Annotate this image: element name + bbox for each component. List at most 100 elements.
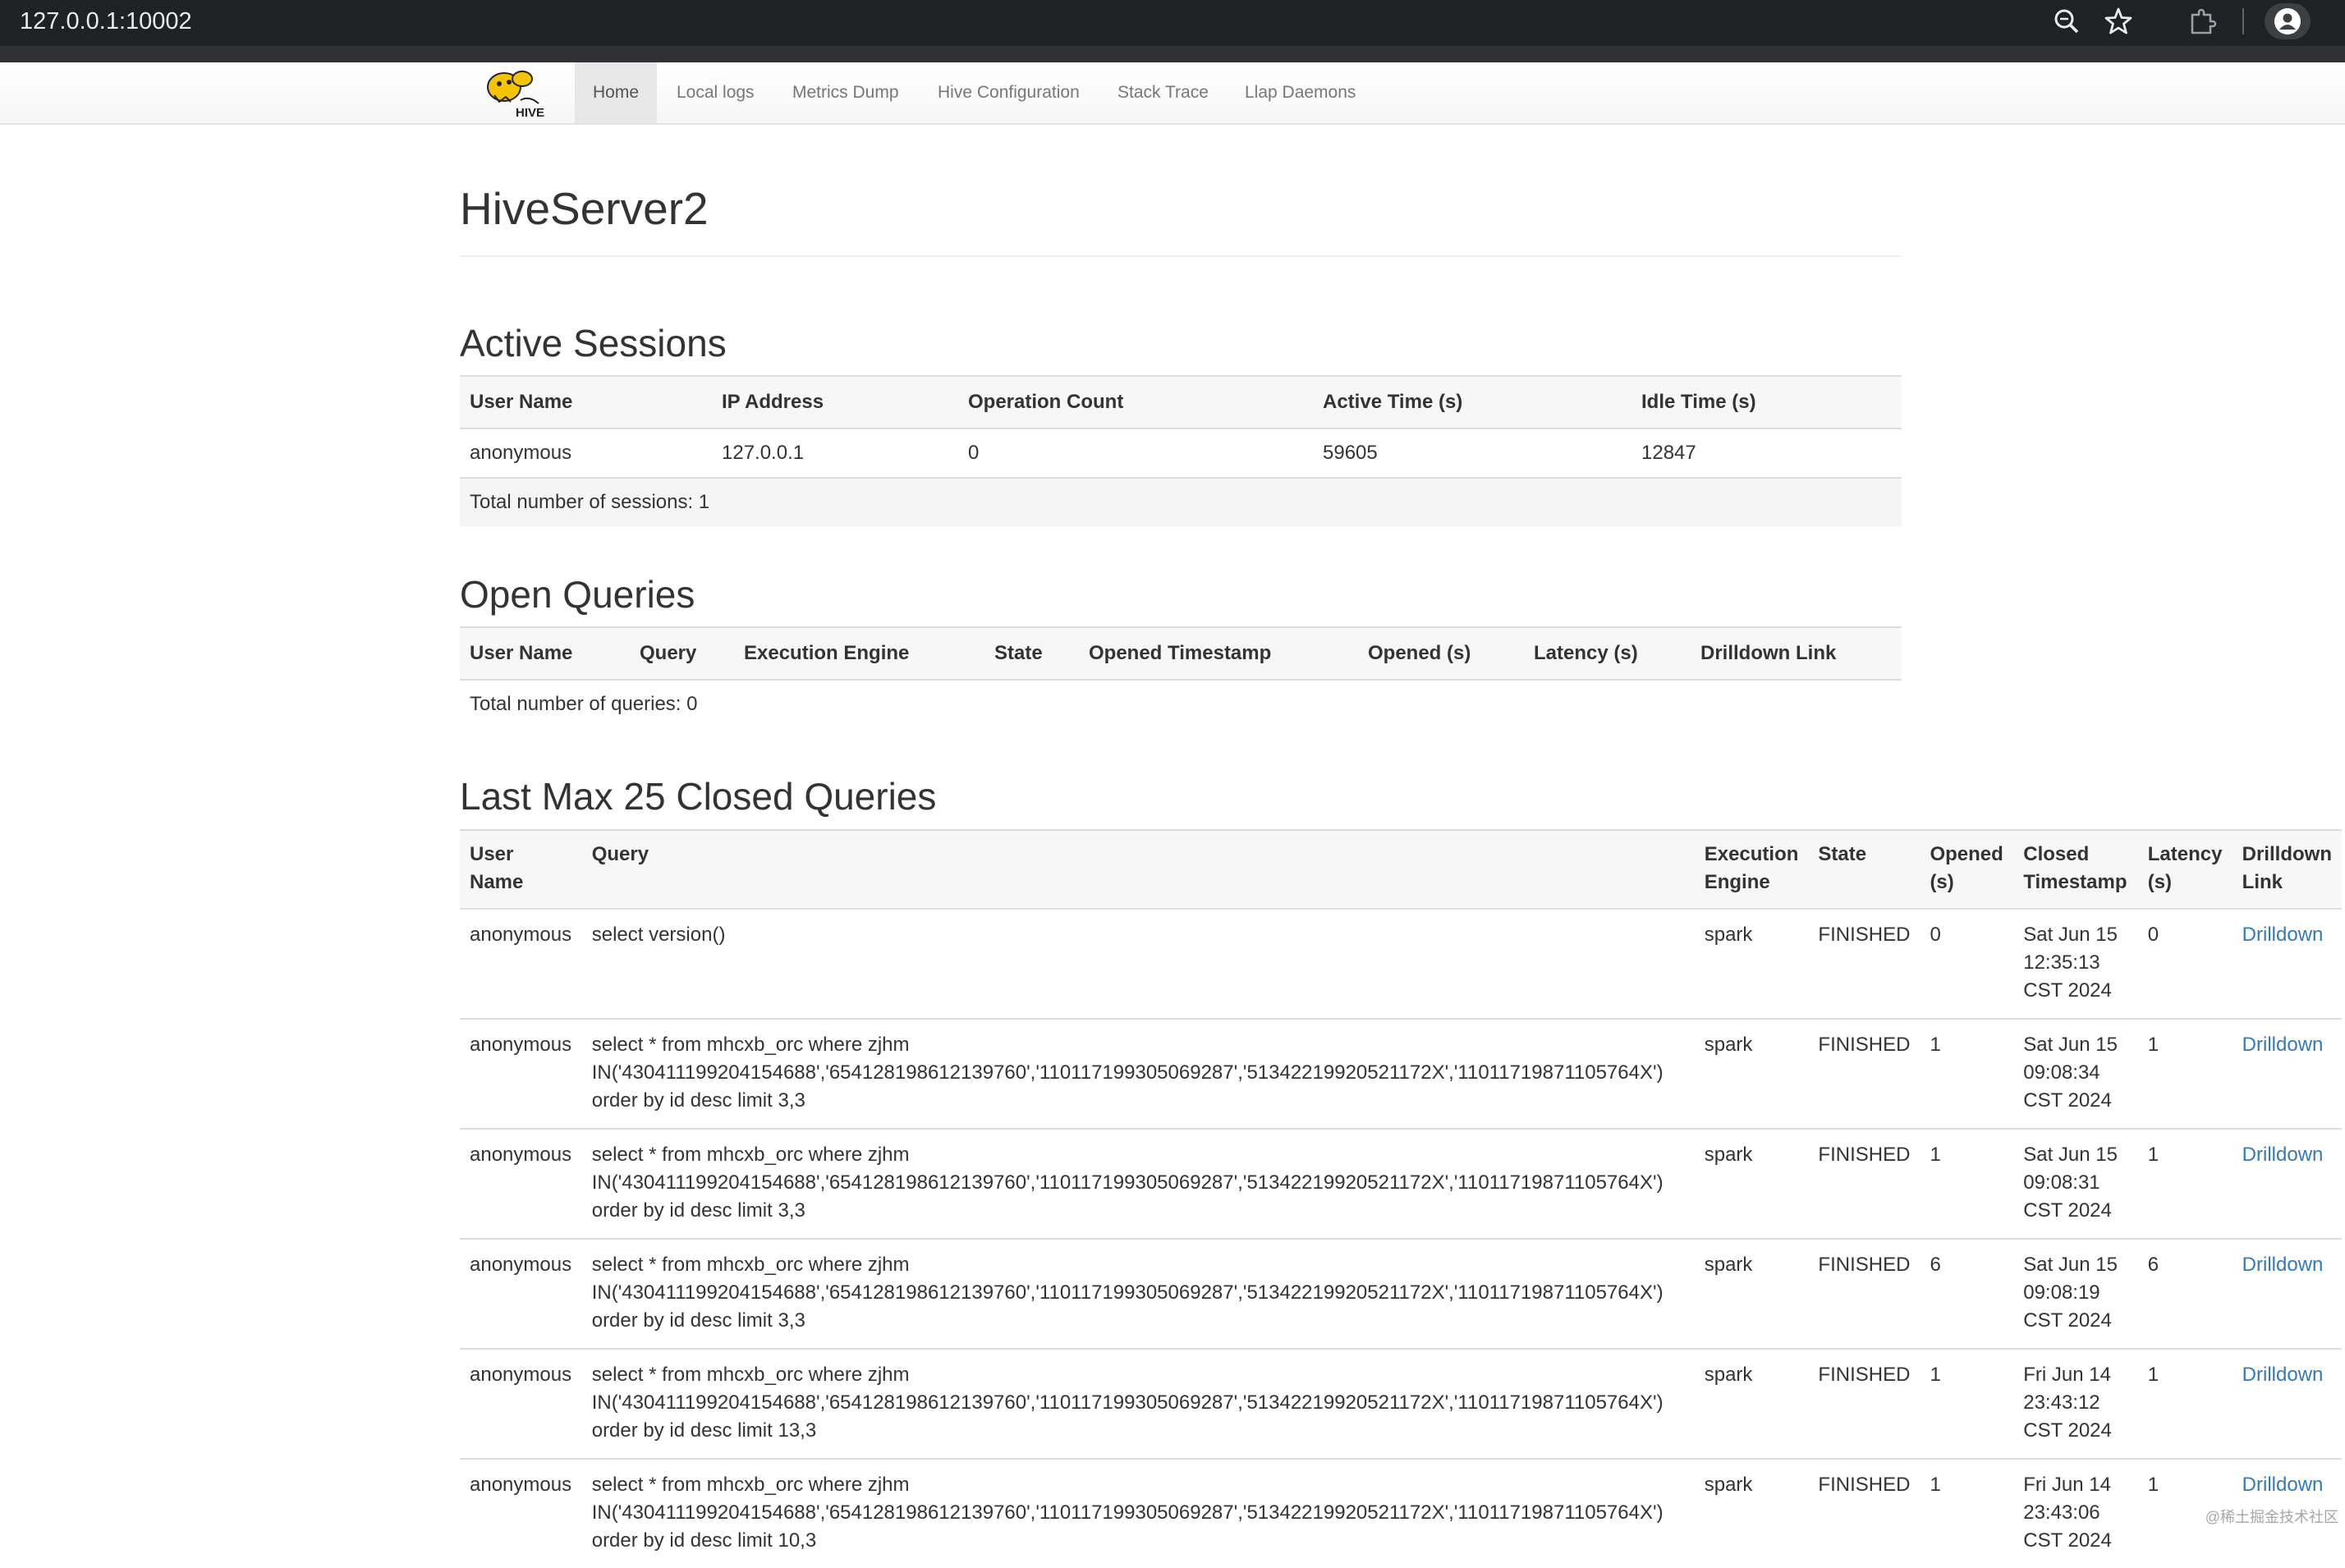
drilldown-link[interactable]: Drilldown: [2242, 1254, 2324, 1276]
open-queries-heading: Open Queries: [460, 573, 695, 616]
query-user: anonymous: [460, 1348, 582, 1459]
table-row: anonymous select version() spark FINISHED 0 S…: [460, 908, 2342, 1019]
navbar: HIVE Home Local logs Metrics Dump Hive C…: [0, 62, 2345, 125]
query-engine: spark: [1694, 1018, 1809, 1129]
query-closed-timestamp: Sat Jun 15 12:35:13 CST 2024: [2013, 908, 2138, 1019]
column-header: Execution Engine: [734, 626, 984, 680]
drilldown-cell: Drilldown: [2232, 1238, 2342, 1349]
table-footer-row: Total number of queries: 0: [460, 679, 1902, 728]
address-bar[interactable]: 127.0.0.1:10002: [20, 7, 192, 36]
column-header: User Name: [460, 626, 630, 680]
query-text: select version(): [581, 908, 1695, 1019]
query-engine: spark: [1694, 1128, 1809, 1239]
query-opened: 6: [1920, 1238, 2014, 1349]
query-engine: spark: [1694, 908, 1809, 1019]
closed-queries-heading: Last Max 25 Closed Queries: [460, 775, 937, 818]
nav-hive-configuration[interactable]: Hive Configuration: [920, 62, 1098, 123]
nav-metrics-dump[interactable]: Metrics Dump: [774, 62, 917, 123]
drilldown-link[interactable]: Drilldown: [2242, 924, 2324, 946]
query-state: FINISHED: [1808, 1128, 1921, 1239]
table-row: anonymous 127.0.0.1 0 59605 12847: [460, 428, 1902, 478]
query-closed-timestamp: Fri Jun 14 23:43:06 CST 2024: [2013, 1458, 2138, 1568]
query-latency: 1: [2137, 1348, 2233, 1459]
browser-toolbar: 127.0.0.1:10002: [0, 0, 2345, 62]
drilldown-link[interactable]: Drilldown: [2242, 1364, 2324, 1386]
star-icon[interactable]: [2102, 5, 2135, 38]
table-row: anonymous select * from mhcxb_orc where z…: [460, 1238, 2342, 1349]
open-queries-table: User Name Query Execution Engine State O…: [460, 626, 1902, 728]
query-text: select * from mhcxb_orc where zjhm IN('43…: [581, 1018, 1695, 1129]
query-latency: 0: [2137, 908, 2233, 1019]
table-header-row: User Name IP Address Operation Count Act…: [460, 375, 1902, 429]
column-header-drilldown: Drilldown Link: [2232, 829, 2342, 909]
hive-logo[interactable]: HIVE: [476, 62, 558, 123]
column-header: Query: [630, 626, 734, 680]
query-user: anonymous: [460, 1128, 582, 1239]
query-engine: spark: [1694, 1348, 1809, 1459]
session-operation-count: 0: [958, 428, 1313, 478]
column-header: IP Address: [712, 375, 958, 429]
table-footer-row: Total number of sessions: 1: [460, 477, 1902, 526]
column-header: State: [984, 626, 1079, 680]
column-header-engine: Execution Engine: [1694, 829, 1809, 909]
query-text: select * from mhcxb_orc where zjhm IN('43…: [581, 1348, 1695, 1459]
table-header-row: User Name Query Execution Engine State O…: [460, 626, 1902, 680]
drilldown-link[interactable]: Drilldown: [2242, 1034, 2324, 1056]
query-user: anonymous: [460, 908, 582, 1019]
closed-queries-table: User Name Query Execution Engine State Ope…: [460, 829, 2342, 1568]
query-user: anonymous: [460, 1018, 582, 1129]
query-closed-timestamp: Fri Jun 14 23:43:12 CST 2024: [2013, 1348, 2138, 1459]
drilldown-link[interactable]: Drilldown: [2242, 1144, 2324, 1166]
query-closed-timestamp: Sat Jun 15 09:08:31 CST 2024: [2013, 1128, 2138, 1239]
session-idle-time: 12847: [1631, 428, 1902, 478]
table-row: anonymous select * from mhcxb_orc where z…: [460, 1458, 2342, 1568]
query-user: anonymous: [460, 1458, 582, 1568]
session-active-time: 59605: [1313, 428, 1631, 478]
table-row: anonymous select * from mhcxb_orc where z…: [460, 1348, 2342, 1459]
query-text: select * from mhcxb_orc where zjhm IN('43…: [581, 1128, 1695, 1239]
nav-llap-daemons[interactable]: Llap Daemons: [1227, 62, 1374, 123]
query-text: select * from mhcxb_orc where zjhm IN('43…: [581, 1458, 1695, 1568]
nav-stack-trace[interactable]: Stack Trace: [1099, 62, 1227, 123]
queries-total: Total number of queries: 0: [460, 679, 1902, 728]
drilldown-cell: Drilldown: [2232, 908, 2342, 1019]
query-closed-timestamp: Sat Jun 15 09:08:19 CST 2024: [2013, 1238, 2138, 1349]
session-ip: 127.0.0.1: [712, 428, 958, 478]
profile-icon: [2274, 8, 2301, 34]
query-latency: 1: [2137, 1018, 2233, 1129]
watermark: @稀土掘金技术社区: [2205, 1509, 2338, 1525]
column-header: Operation Count: [958, 375, 1313, 429]
column-header: Active Time (s): [1313, 375, 1631, 429]
query-latency: 1: [2137, 1128, 2233, 1239]
session-user: anonymous: [460, 428, 712, 478]
profile-button[interactable]: [2265, 3, 2311, 39]
column-header: Idle Time (s): [1631, 375, 1902, 429]
drilldown-link[interactable]: Drilldown: [2242, 1474, 2324, 1496]
query-opened: 1: [1920, 1128, 2014, 1239]
column-header-query: Query: [581, 829, 1695, 909]
query-state: FINISHED: [1808, 1018, 1921, 1129]
query-state: FINISHED: [1808, 1348, 1921, 1459]
drilldown-cell: Drilldown: [2232, 1018, 2342, 1129]
query-user: anonymous: [460, 1238, 582, 1349]
query-opened: 1: [1920, 1348, 2014, 1459]
nav-local-logs[interactable]: Local logs: [659, 62, 773, 123]
column-header-user: User Name: [460, 829, 582, 909]
column-header: Opened Timestamp: [1079, 626, 1358, 680]
nav-home[interactable]: Home: [575, 62, 658, 123]
column-header-state: State: [1808, 829, 1921, 909]
extension-icon[interactable]: [2186, 5, 2219, 38]
query-state: FINISHED: [1808, 1458, 1921, 1568]
page-title: HiveServer2: [460, 183, 709, 234]
drilldown-cell: Drilldown: [2232, 1348, 2342, 1459]
active-sessions-table: User Name IP Address Operation Count Act…: [460, 375, 1902, 526]
column-header: User Name: [460, 375, 712, 429]
svg-text:HIVE: HIVE: [516, 106, 544, 120]
query-latency: 6: [2137, 1238, 2233, 1349]
active-sessions-heading: Active Sessions: [460, 322, 727, 364]
query-opened: 1: [1920, 1458, 2014, 1568]
zoom-icon[interactable]: [2050, 5, 2083, 38]
column-header: Opened (s): [1358, 626, 1524, 680]
query-state: FINISHED: [1808, 908, 1921, 1019]
column-header-closed: Closed Timestamp: [2013, 829, 2138, 909]
